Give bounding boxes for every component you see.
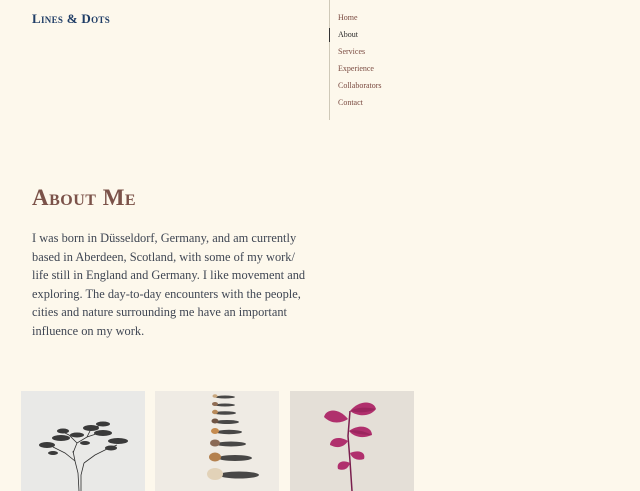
active-nav-indicator: [329, 28, 330, 42]
nav-item-experience[interactable]: Experience: [338, 64, 374, 73]
nav-item-about[interactable]: About: [338, 30, 358, 39]
gallery-photo-plant[interactable]: [290, 391, 414, 491]
nav-item-home[interactable]: Home: [338, 13, 358, 22]
nav-item-collaborators[interactable]: Collaborators: [338, 81, 382, 90]
site-title[interactable]: Lines & Dots: [32, 11, 110, 27]
nav-item-services[interactable]: Services: [338, 47, 365, 56]
main-nav: Home About Services Experience Collabora…: [329, 0, 470, 120]
nav-item-contact[interactable]: Contact: [338, 98, 363, 107]
gallery-photo-pebbles[interactable]: [155, 391, 279, 491]
gallery-photo-tree[interactable]: [21, 391, 145, 491]
about-text: I was born in Düsseldorf, Germany, and a…: [32, 231, 306, 338]
page-title: About Me: [32, 185, 137, 210]
